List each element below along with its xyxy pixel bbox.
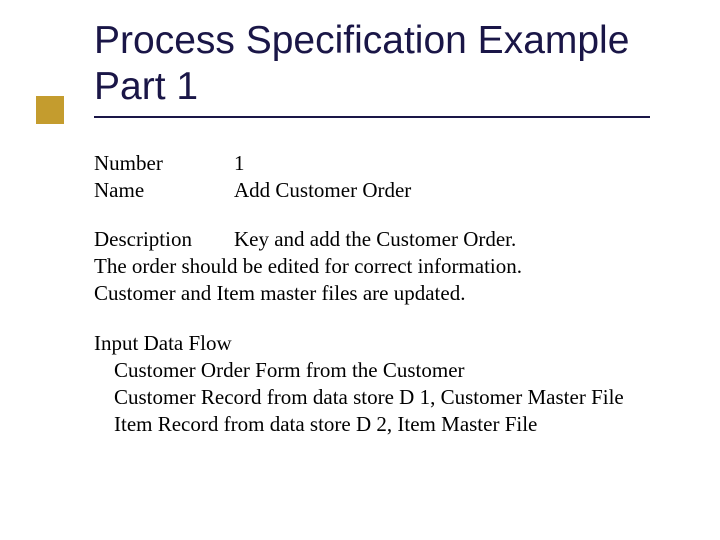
title-line-1: Process Specification Example (94, 19, 629, 62)
description-line-2: The order should be edited for correct i… (94, 253, 674, 280)
list-item: Customer Order Form from the Customer (94, 357, 674, 384)
title-block: Process Specification Example Part 1 (94, 18, 674, 118)
row-description: Description Key and add the Customer Ord… (94, 226, 674, 253)
list-item: Customer Record from data store D 1, Cus… (94, 384, 674, 411)
description-line-3: Customer and Item master files are updat… (94, 280, 674, 307)
description-block: Description Key and add the Customer Ord… (94, 226, 674, 307)
list-item: Item Record from data store D 2, Item Ma… (94, 411, 674, 438)
row-name: Name Add Customer Order (94, 177, 674, 204)
label-description: Description (94, 226, 234, 253)
title-line-2: Part 1 (94, 65, 198, 108)
title-underline (94, 116, 650, 118)
label-number: Number (94, 150, 234, 177)
label-name: Name (94, 177, 234, 204)
slide-title: Process Specification Example Part 1 (94, 18, 674, 110)
slide: Process Specification Example Part 1 Num… (0, 0, 720, 540)
input-flow-heading: Input Data Flow (94, 330, 674, 357)
value-name: Add Customer Order (234, 177, 674, 204)
description-line-1: Key and add the Customer Order. (234, 226, 674, 253)
body-content: Number 1 Name Add Customer Order Descrip… (94, 150, 674, 438)
input-flow-list: Customer Order Form from the Customer Cu… (94, 357, 674, 438)
row-number: Number 1 (94, 150, 674, 177)
value-number: 1 (234, 150, 674, 177)
accent-square-icon (36, 96, 64, 124)
